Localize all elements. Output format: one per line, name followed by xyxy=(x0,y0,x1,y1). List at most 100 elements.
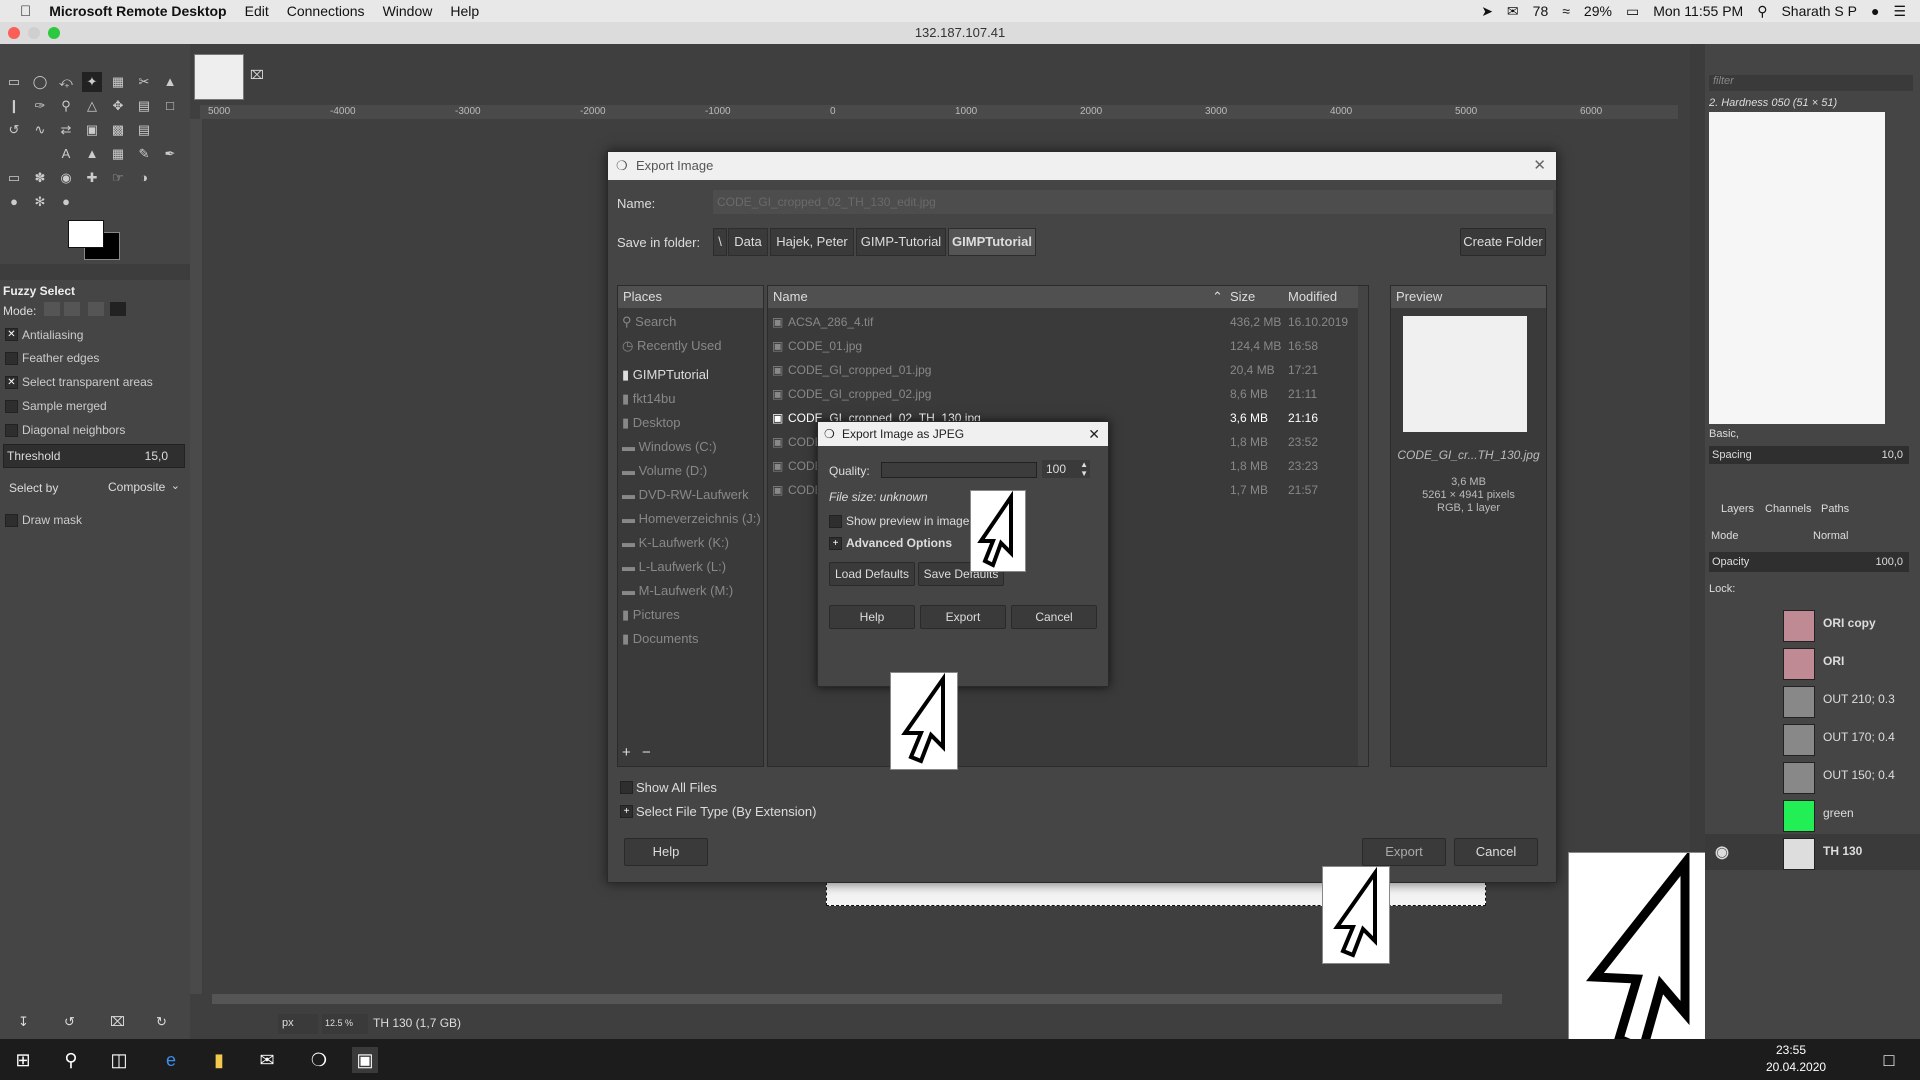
place-pictures[interactable]: ▮ Pictures xyxy=(622,604,680,626)
brush-grid[interactable] xyxy=(1709,112,1885,424)
flip-tool-icon[interactable]: ⇄ xyxy=(56,120,76,140)
create-folder-button[interactable]: Create Folder xyxy=(1460,228,1546,256)
place-windows-c[interactable]: ▬ Windows (C:) xyxy=(622,436,717,458)
place-k-laufwerk[interactable]: ▬ K-Laufwerk (K:) xyxy=(622,532,729,554)
place-fkt14bu[interactable]: ▮ fkt14bu xyxy=(622,388,675,410)
crop-tool-icon[interactable]: □ xyxy=(160,96,180,116)
layer-row[interactable]: ORI copy xyxy=(1705,606,1920,642)
file-list-scrollbar[interactable] xyxy=(1358,286,1368,766)
fuzzy-select-tool-icon[interactable]: ✦ xyxy=(82,72,102,92)
draw-mask-checkbox[interactable] xyxy=(5,514,18,527)
help-button[interactable]: Help xyxy=(624,838,708,866)
column-name[interactable]: Name xyxy=(773,286,808,308)
task-view-icon[interactable]: ◫ xyxy=(106,1047,132,1073)
threshold-slider[interactable]: Threshold 15,0 xyxy=(3,444,185,468)
menu-help[interactable]: Help xyxy=(450,3,479,19)
add-bookmark-icon[interactable]: + xyxy=(622,744,631,761)
measure-tool-icon[interactable]: △ xyxy=(82,96,102,116)
airbrush-tool-icon[interactable]: ✽ xyxy=(30,168,50,188)
file-row[interactable]: ▣ CODE_GI_cropped_02.jpg 8,6 MB 21:11 xyxy=(768,382,1368,406)
color-picker-tool-icon[interactable]: ✑ xyxy=(30,96,50,116)
restore-tool-preset-icon[interactable]: ↺ xyxy=(64,1014,75,1030)
file-explorer-icon[interactable]: ▮ xyxy=(206,1047,232,1073)
place-m-laufwerk[interactable]: ▬ M-Laufwerk (M:) xyxy=(622,580,733,602)
text-tool-icon[interactable]: A xyxy=(56,144,76,164)
menubar-clock[interactable]: Mon 11:55 PM xyxy=(1653,3,1743,19)
gimp-taskbar-icon[interactable]: ❍ xyxy=(306,1047,332,1073)
notification-icon[interactable]: □ xyxy=(1876,1047,1902,1073)
column-modified[interactable]: Modified xyxy=(1288,286,1337,308)
mode-subtract-button[interactable] xyxy=(88,302,104,316)
close-icon[interactable]: ✕ xyxy=(1088,422,1100,446)
paintbrush-tool-icon[interactable]: ✒ xyxy=(160,144,180,164)
jpeg-help-button[interactable]: Help xyxy=(829,605,915,629)
advanced-options-label[interactable]: Advanced Options xyxy=(846,536,952,550)
menu-window[interactable]: Window xyxy=(383,3,433,19)
diagonal-neighbors-checkbox[interactable] xyxy=(5,424,18,437)
layers-tab[interactable]: Layers xyxy=(1721,503,1754,515)
mail-icon[interactable]: ✉ xyxy=(254,1047,280,1073)
zoom-window-button[interactable] xyxy=(48,27,60,39)
heal-tool-icon[interactable]: ✚ xyxy=(82,168,102,188)
zoom-tool-icon[interactable]: ⚲ xyxy=(56,96,76,116)
layer-row[interactable]: OUT 170; 0.4 xyxy=(1705,720,1920,756)
select-by-dropdown[interactable]: Composite ⌄ xyxy=(104,476,182,498)
place-dvd-rw[interactable]: ▬ DVD-RW-Laufwerk ... xyxy=(622,484,763,524)
rect-select-tool-icon[interactable]: ▭ xyxy=(4,72,24,92)
battery-icon[interactable]: ▭ xyxy=(1626,3,1639,20)
breadcrumb-root[interactable]: \ xyxy=(713,228,727,256)
quality-spinner[interactable]: 100 ▲ ▼ xyxy=(1042,460,1090,478)
windows-start-icon[interactable]: ⊞ xyxy=(10,1047,36,1073)
warp-transform-tool-icon[interactable]: ∿ xyxy=(30,120,50,140)
select-transparent-checkbox[interactable]: ✕ xyxy=(5,376,18,389)
layer-row[interactable]: ORI xyxy=(1705,644,1920,680)
handle-transform-tool-icon[interactable]: ▤ xyxy=(134,120,154,140)
place-documents[interactable]: ▮ Documents xyxy=(622,628,699,650)
sample-merged-checkbox[interactable] xyxy=(5,400,18,413)
layer-row-active[interactable]: ◉ TH 130 xyxy=(1705,834,1920,870)
ellipse-select-tool-icon[interactable]: ◯ xyxy=(30,72,50,92)
siri-icon[interactable]: ● xyxy=(1871,3,1879,19)
select-file-type-label[interactable]: Select File Type (By Extension) xyxy=(636,804,816,819)
app-name[interactable]: Microsoft Remote Desktop xyxy=(49,3,226,19)
brush-filter-input[interactable]: filter xyxy=(1709,75,1913,91)
select-by-color-tool-icon[interactable]: ▦ xyxy=(108,72,128,92)
place-volume-d[interactable]: ▬ Volume (D:) xyxy=(622,460,707,482)
place-l-laufwerk[interactable]: ▬ L-Laufwerk (L:) xyxy=(622,556,726,578)
taskbar-date[interactable]: 20.04.2020 xyxy=(1766,1060,1826,1074)
wifi-icon[interactable]: ≈ xyxy=(1562,3,1570,19)
save-tool-preset-icon[interactable]: ↧ xyxy=(18,1014,29,1030)
layer-row[interactable]: green xyxy=(1705,796,1920,832)
gimp-image-window-icon[interactable]: ▣ xyxy=(352,1047,378,1073)
close-image-tab-icon[interactable]: ⌧ xyxy=(250,68,264,82)
channels-tab[interactable]: Channels xyxy=(1765,503,1811,515)
user-name[interactable]: Sharath S P xyxy=(1781,3,1857,19)
notification-center-icon[interactable]: ☰ xyxy=(1893,3,1906,20)
unit-dropdown[interactable]: px xyxy=(278,1014,318,1034)
breadcrumb-data[interactable]: Data xyxy=(728,228,768,256)
cage-tool-icon[interactable]: ▣ xyxy=(82,120,102,140)
layer-mode-dropdown[interactable]: Normal xyxy=(1813,530,1848,542)
remove-bookmark-icon[interactable]: − xyxy=(642,744,651,761)
dodge-burn-tool-icon[interactable]: ◑ xyxy=(134,168,154,188)
breadcrumb-hajek-peter[interactable]: Hajek, Peter xyxy=(770,228,854,256)
spacing-slider[interactable]: Spacing 10,0 xyxy=(1709,446,1909,464)
select-file-type-expander[interactable]: + xyxy=(620,805,633,818)
show-preview-checkbox[interactable] xyxy=(829,515,842,528)
paths-tool-icon[interactable]: ❙ xyxy=(4,96,24,116)
smudge-tool-icon[interactable]: ☞ xyxy=(108,168,128,188)
cancel-button[interactable]: Cancel xyxy=(1454,838,1538,866)
eye-visibility-icon[interactable]: ◉ xyxy=(1715,842,1729,862)
jpeg-cancel-button[interactable]: Cancel xyxy=(1011,605,1097,629)
spinner-arrows-icon[interactable]: ▲ ▼ xyxy=(1080,460,1088,478)
zoom-dropdown[interactable]: 12.5 % xyxy=(322,1014,368,1034)
foreground-select-tool-icon[interactable]: ▲ xyxy=(160,72,180,92)
brush-set-dropdown[interactable]: Basic, xyxy=(1709,428,1739,440)
edge-browser-icon[interactable]: e xyxy=(158,1047,184,1073)
blur-tool-icon[interactable]: ● xyxy=(56,192,76,212)
show-all-files-checkbox[interactable] xyxy=(620,781,633,794)
reset-tool-options-icon[interactable]: ↻ xyxy=(156,1014,167,1030)
place-homeverzeichnis[interactable]: ▬ Homeverzeichnis (J:) xyxy=(622,508,761,530)
eraser-tool-icon[interactable]: ▭ xyxy=(4,168,24,188)
taskbar-time[interactable]: 23:55 xyxy=(1776,1043,1806,1057)
